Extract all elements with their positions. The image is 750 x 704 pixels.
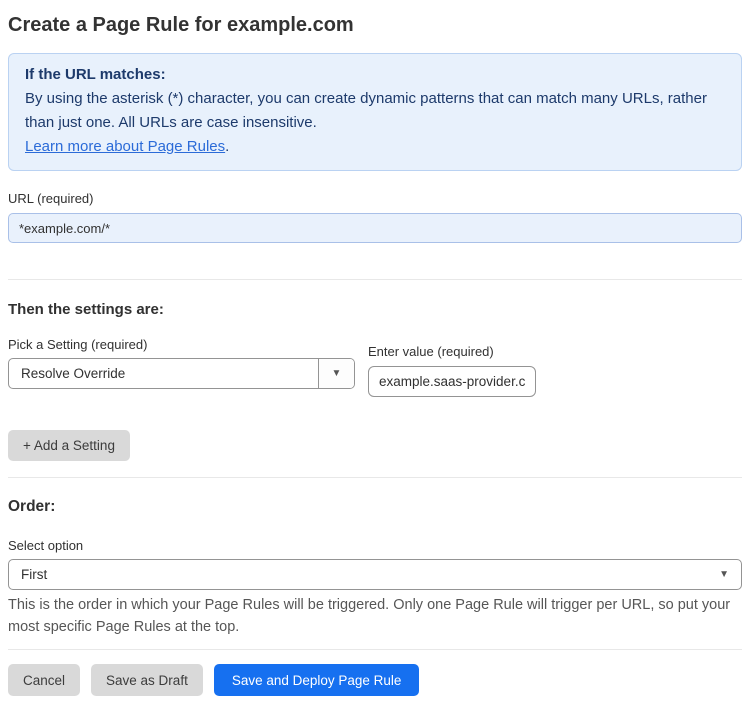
info-banner-body: By using the asterisk (*) character, you…	[25, 90, 707, 131]
info-banner-link-line: Learn more about Page Rules.	[25, 135, 725, 159]
divider	[8, 477, 742, 478]
chevron-down-icon: ▼	[719, 568, 729, 580]
info-banner-heading: If the URL matches:	[25, 66, 166, 83]
settings-section-heading: Then the settings are:	[8, 301, 164, 318]
setting-picker-column: Pick a Setting (required) Resolve Overri…	[8, 337, 355, 397]
page-title: Create a Page Rule for example.com	[8, 14, 354, 36]
order-select-label: Select option	[8, 538, 84, 553]
learn-more-link[interactable]: Learn more about Page Rules	[25, 138, 225, 155]
add-setting-button[interactable]: + Add a Setting	[8, 430, 130, 461]
settings-row: Pick a Setting (required) Resolve Overri…	[8, 337, 742, 397]
order-select[interactable]: First ▼	[8, 559, 742, 590]
order-help-text: This is the order in which your Page Rul…	[8, 597, 731, 635]
cancel-button[interactable]: Cancel	[8, 664, 81, 696]
page-rule-form: Create a Page Rule for example.com If th…	[0, 13, 750, 696]
setting-picker-selected-value: Resolve Override	[21, 366, 126, 381]
order-selected-value: First	[21, 567, 48, 582]
setting-picker-arrow-button[interactable]: ▼	[318, 359, 354, 388]
save-deploy-button[interactable]: Save and Deploy Page Rule	[213, 664, 420, 696]
url-match-info-banner: If the URL matches: By using the asteris…	[8, 53, 742, 171]
chevron-down-icon: ▼	[331, 367, 342, 379]
order-section-heading: Order:	[8, 498, 56, 515]
divider	[8, 649, 742, 650]
url-field-label: URL (required)	[8, 191, 94, 206]
save-draft-button[interactable]: Save as Draft	[91, 664, 203, 696]
setting-picker-label: Pick a Setting (required)	[8, 337, 148, 352]
link-suffix: .	[225, 138, 230, 155]
setting-value-label: Enter value (required)	[368, 344, 494, 359]
divider	[8, 279, 742, 280]
setting-picker-select[interactable]: Resolve Override ▼	[8, 358, 355, 389]
url-input[interactable]	[8, 213, 742, 243]
setting-value-column: Enter value (required)	[368, 337, 536, 397]
footer-buttons: Cancel Save as Draft Save and Deploy Pag…	[8, 664, 742, 696]
setting-value-input[interactable]	[368, 366, 536, 397]
